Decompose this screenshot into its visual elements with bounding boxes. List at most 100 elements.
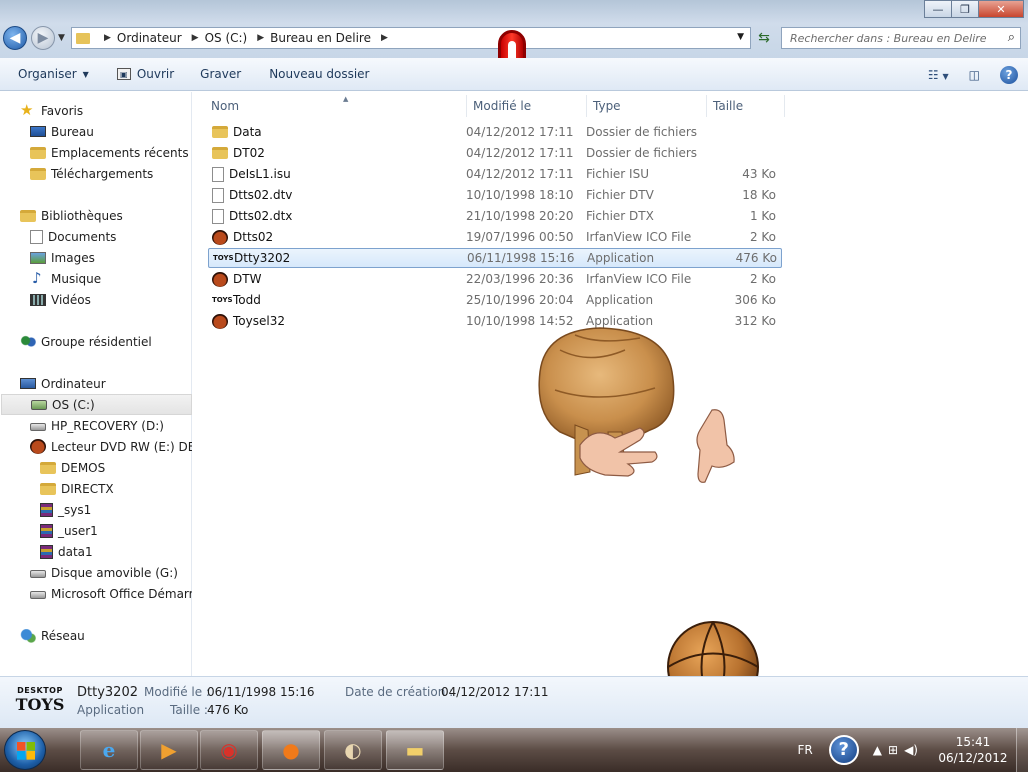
- forward-button[interactable]: ▶: [31, 26, 55, 50]
- sidebar-item-homegroup[interactable]: Groupe résidentiel: [20, 331, 211, 352]
- organize-button[interactable]: Organiser ▼: [10, 67, 97, 81]
- table-row[interactable]: Data 04/12/2012 17:11 Dossier de fichiers: [208, 122, 782, 142]
- open-label: Ouvrir: [136, 67, 175, 81]
- preview-pane-button[interactable]: ◫: [969, 68, 980, 82]
- documents-icon: [30, 229, 43, 244]
- recent-pages-dropdown[interactable]: ▼: [58, 33, 65, 43]
- chevron-down-icon: ▼: [58, 33, 65, 43]
- table-row[interactable]: Dtts02.dtx 21/10/1998 20:20 Fichier DTX 1 K…: [208, 206, 782, 226]
- column-label: Type: [593, 99, 621, 113]
- view-options-button[interactable]: ☷ ▼: [928, 68, 949, 82]
- breadcrumb-bureau-en-delire[interactable]: Bureau en Delire: [270, 31, 371, 45]
- minimize-button[interactable]: —: [924, 0, 952, 18]
- chevron-right-icon[interactable]: ▶: [104, 33, 111, 43]
- table-row[interactable]: Dtts02 19/07/1996 00:50 IrfanView ICO File…: [208, 227, 782, 247]
- sidebar-item-label: data1: [58, 544, 93, 559]
- cell-modified: 19/07/1996 00:50: [466, 230, 574, 244]
- sidebar-item-dvd-drive[interactable]: Lecteur DVD RW (E:) DELIR: [30, 436, 192, 457]
- taskbar-media-player[interactable]: ▶: [140, 730, 198, 770]
- chevron-right-icon[interactable]: ▶: [381, 33, 388, 43]
- help-tray-icon[interactable]: ?: [828, 735, 859, 765]
- recent-places-icon: [30, 146, 46, 159]
- breadcrumb-os-c[interactable]: OS (C:): [205, 31, 248, 45]
- start-button[interactable]: [4, 730, 46, 770]
- language-indicator[interactable]: FR: [798, 743, 813, 757]
- taskbar-internet-explorer[interactable]: e: [80, 730, 138, 770]
- column-header-modified[interactable]: Modifié le: [467, 95, 587, 117]
- clock[interactable]: 15:41 06/12/2012: [930, 734, 1016, 766]
- taskbar-app-red[interactable]: ◉: [200, 730, 258, 770]
- cell-modified: 04/12/2012 17:11: [466, 125, 574, 139]
- search-icon[interactable]: ⌕: [1008, 30, 1015, 45]
- table-row[interactable]: DT02 04/12/2012 17:11 Dossier de fichiers: [208, 143, 782, 163]
- table-row[interactable]: DTW 22/03/1996 20:36 IrfanView ICO File 2 K…: [208, 269, 782, 289]
- address-bar[interactable]: ▶ Ordinateur ▶ OS (C:) ▶ Bureau en Delir…: [71, 27, 751, 49]
- show-hidden-icons-icon[interactable]: ▲: [873, 743, 882, 757]
- taskbar-firefox[interactable]: ●: [262, 730, 320, 770]
- table-row[interactable]: Toysel32 10/10/1998 14:52 Application 312 K…: [208, 311, 782, 331]
- record-icon: ◉: [220, 738, 238, 762]
- cell-name: DT02: [208, 146, 466, 160]
- taskbar-paint[interactable]: ◐: [324, 730, 382, 770]
- sidebar-item-network[interactable]: Réseau: [20, 625, 211, 646]
- cell-modified: 10/10/1998 14:52: [466, 314, 574, 328]
- title-bar: — ❐ ✕ ◀ ▶ ▼ ▶ Ordinateur ▶ OS (C:) ▶ Bur…: [0, 0, 1028, 88]
- show-desktop-button[interactable]: [1016, 728, 1028, 772]
- cell-name: DeIsL1.isu: [208, 166, 466, 182]
- chevron-right-icon[interactable]: ▶: [257, 33, 264, 43]
- burn-label: Graver: [200, 67, 242, 81]
- cell-size: 1 Ko: [749, 209, 776, 223]
- open-button[interactable]: ▣ Ouvrir: [109, 67, 182, 81]
- cell-name: Todd: [208, 293, 466, 307]
- cell-type: Application: [587, 251, 655, 265]
- organize-label: Organiser: [18, 67, 77, 81]
- table-row[interactable]: DeIsL1.isu 04/12/2012 17:11 Fichier ISU 43 …: [208, 164, 782, 184]
- refresh-button[interactable]: ⇆: [752, 27, 776, 49]
- sidebar-item-label: Favoris: [41, 103, 84, 118]
- chevron-right-icon[interactable]: ▶: [192, 33, 199, 43]
- breadcrumb-computer[interactable]: Ordinateur: [117, 31, 182, 45]
- sidebar-item-label: Bibliothèques: [41, 208, 123, 223]
- table-row[interactable]: Dtts02.dtv 10/10/1998 18:10 Fichier DTV 18 …: [208, 185, 782, 205]
- sidebar-item-office[interactable]: Microsoft Office Démarrer: [30, 583, 192, 604]
- sidebar-item-os-c[interactable]: OS (C:): [1, 394, 192, 415]
- cell-name: Toysel32: [208, 313, 466, 329]
- volume-icon[interactable]: ◀): [904, 743, 918, 757]
- cell-modified: 21/10/1998 20:20: [466, 209, 574, 223]
- sidebar-item-label: Emplacements récents: [51, 145, 189, 160]
- close-button[interactable]: ✕: [978, 0, 1024, 18]
- table-row[interactable]: Todd 25/10/1996 20:04 Application 306 Ko: [208, 290, 782, 310]
- desktop-toys-icon: [212, 271, 228, 287]
- column-header-name[interactable]: Nom ▲: [205, 95, 467, 117]
- column-header-size[interactable]: Taille: [707, 95, 785, 117]
- details-created-label: Date de création :: [345, 685, 454, 699]
- search-input[interactable]: Rechercher dans : Bureau en Delire ⌕: [781, 27, 1021, 49]
- address-dropdown[interactable]: ▼: [737, 32, 744, 42]
- cell-modified: 10/10/1998 18:10: [466, 188, 574, 202]
- taskbar-explorer[interactable]: ▬: [386, 730, 444, 770]
- cell-size: 43 Ko: [742, 167, 776, 181]
- back-button[interactable]: ◀: [3, 26, 27, 50]
- paint-palette-icon: ◐: [344, 738, 362, 762]
- cell-type: Dossier de fichiers: [586, 125, 698, 139]
- star-icon: [20, 101, 36, 119]
- drive-icon: [30, 423, 46, 431]
- column-header-type[interactable]: Type: [587, 95, 707, 117]
- maximize-button[interactable]: ❐: [951, 0, 979, 18]
- sidebar-item-libraries[interactable]: Bibliothèques: [20, 205, 211, 226]
- network-icon[interactable]: ⊞: [888, 743, 898, 757]
- cell-name: Dtty3202: [209, 251, 467, 265]
- chevron-down-icon: ▼: [942, 71, 949, 81]
- help-icon: ?: [1005, 67, 1013, 82]
- sidebar-item-label: Réseau: [41, 628, 85, 643]
- file-icon: [212, 208, 224, 224]
- sidebar-item-favorites[interactable]: Favoris: [20, 100, 211, 121]
- table-row[interactable]: Dtty3202 06/11/1998 15:16 Application 476 K…: [208, 248, 782, 268]
- file-name: DeIsL1.isu: [229, 167, 291, 181]
- details-file-kind: Application: [77, 703, 145, 717]
- new-folder-button[interactable]: Nouveau dossier: [261, 67, 377, 81]
- sidebar-item-computer[interactable]: Ordinateur: [20, 373, 211, 394]
- help-button[interactable]: ?: [1000, 65, 1018, 84]
- file-name: Dtts02.dtx: [229, 209, 293, 223]
- burn-button[interactable]: Graver: [192, 67, 249, 81]
